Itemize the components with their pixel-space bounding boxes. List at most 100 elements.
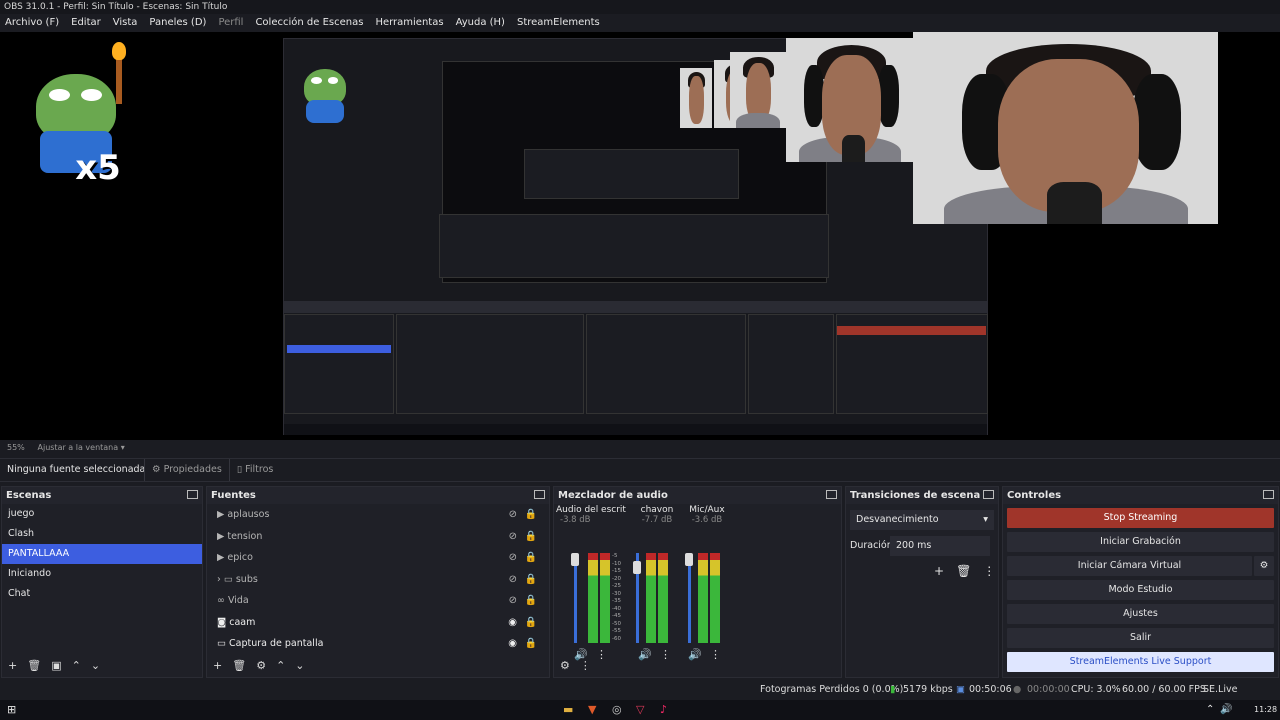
eye-icon[interactable]: ◉ (508, 633, 517, 655)
preview-canvas[interactable]: x5 (0, 32, 1280, 440)
menu-ayuda[interactable]: Ayuda (H) (456, 14, 505, 32)
menu-perfil[interactable]: Perfil (218, 14, 243, 32)
lock-icon[interactable]: 🔒 (525, 612, 537, 634)
menu-streamelements[interactable]: StreamElements (517, 14, 600, 32)
menu-coleccion[interactable]: Colección de Escenas (255, 14, 363, 32)
brave-icon[interactable]: ▼ (588, 700, 596, 720)
chevron-down-icon[interactable]: ⌄ (295, 660, 304, 672)
app-icon[interactable]: ▽ (636, 700, 644, 720)
source-group[interactable]: › ▭ subs ⊘ 🔒 (207, 569, 549, 591)
start-recording-button[interactable]: Iniciar Grabación (1007, 532, 1274, 552)
scene-item[interactable]: Chat (2, 584, 202, 604)
tiktok-icon[interactable]: ♪ (660, 700, 667, 720)
x5-badge: x5 (75, 148, 121, 189)
obs-icon[interactable]: ◎ (612, 700, 622, 720)
eye-hidden-icon[interactable]: ⊘ (509, 504, 517, 526)
source-item[interactable]: ▶ aplausos ⊘ 🔒 (207, 504, 549, 526)
fader-knob[interactable] (571, 553, 579, 566)
lock-icon[interactable]: 🔒 (525, 526, 537, 548)
chevron-up-icon[interactable]: ⌃ (276, 660, 285, 672)
lock-icon[interactable]: 🔒 (525, 569, 537, 591)
stop-streaming-button[interactable]: Stop Streaming (1007, 508, 1274, 528)
menu-editar[interactable]: Editar (71, 14, 101, 32)
lock-icon[interactable]: 🔒 (525, 633, 537, 655)
chevron-down-icon[interactable]: ⌄ (91, 660, 100, 672)
source-item[interactable]: ∞ Vida ⊘ 🔒 (207, 590, 549, 612)
eye-hidden-icon[interactable]: ⊘ (509, 569, 517, 591)
transition-select[interactable]: Desvanecimiento ▾ (850, 510, 994, 530)
source-item[interactable]: ▶ epico ⊘ 🔒 (207, 547, 549, 569)
popout-icon[interactable] (187, 490, 198, 499)
folder-icon[interactable]: ▬ (563, 700, 573, 720)
eye-icon[interactable]: ◉ (508, 612, 517, 634)
kebab-icon[interactable]: ⋮ (580, 660, 591, 672)
volume-fader[interactable] (574, 553, 577, 643)
fader-knob[interactable] (685, 553, 693, 566)
exit-button[interactable]: Salir (1007, 628, 1274, 648)
scene-item[interactable]: juego (2, 504, 202, 524)
source-item[interactable]: ◙ caam ◉ 🔒 (207, 612, 549, 634)
source-item[interactable]: ▭ Captura de pantalla ◉ 🔒 (207, 633, 549, 655)
source-label: Captura de pantalla (229, 638, 324, 649)
scene-item-selected[interactable]: PANTALLAAA (2, 544, 202, 564)
lock-icon[interactable]: 🔒 (525, 504, 537, 526)
bitrate: 5179 kbps (903, 684, 953, 695)
virtual-cam-button[interactable]: Iniciar Cámara Virtual (1007, 556, 1252, 576)
source-item[interactable]: ▶ tension ⊘ 🔒 (207, 526, 549, 548)
speaker-icon[interactable]: 🔊 (1220, 700, 1232, 720)
volume-fader[interactable] (688, 553, 691, 643)
popout-icon[interactable] (534, 490, 545, 499)
add-icon[interactable]: + (213, 660, 222, 672)
trash-icon[interactable]: 🗑 (232, 660, 246, 672)
support-button[interactable]: StreamElements Live Support (1007, 652, 1274, 672)
kebab-icon[interactable]: ⋮ (983, 564, 995, 578)
menu-archivo[interactable]: Archivo (F) (5, 14, 59, 32)
filters-button[interactable]: ▯ Filtros (228, 459, 281, 481)
play-icon: ▶ (217, 530, 225, 542)
duration-input[interactable]: 200 ms (890, 536, 990, 556)
add-icon[interactable]: + (934, 564, 944, 578)
zoom-fit-dropdown[interactable]: Ajustar a la ventana (38, 443, 119, 452)
chevron-up-icon[interactable]: ⌃ (1206, 700, 1214, 720)
popout-icon[interactable] (826, 490, 837, 499)
sources-title: Fuentes (211, 490, 256, 501)
add-icon[interactable]: + (8, 660, 17, 672)
channel-name: chavon (640, 505, 674, 515)
windows-icon[interactable]: ⊞ (7, 700, 16, 720)
transition-value: Desvanecimiento (856, 514, 939, 525)
sources-dock: Fuentes ▶ aplausos ⊘ 🔒 ▶ tension ⊘ 🔒 ▶ epico… (206, 486, 550, 678)
eye-hidden-icon[interactable]: ⊘ (509, 590, 517, 612)
menu-vista[interactable]: Vista (113, 14, 138, 32)
eye-hidden-icon[interactable]: ⊘ (509, 526, 517, 548)
no-source-label: Ninguna fuente seleccionada (7, 464, 144, 475)
eye-hidden-icon[interactable]: ⊘ (509, 547, 517, 569)
lock-icon[interactable]: 🔒 (525, 547, 537, 569)
fader-knob[interactable] (633, 561, 641, 574)
mixer-channel: chavon -7.7 dB 🔊 ⋮ (630, 505, 684, 661)
properties-button[interactable]: ⚙ Propiedades (144, 459, 229, 481)
audio-meter (600, 553, 610, 643)
filter-icon[interactable]: ▣ (51, 660, 61, 672)
studio-mode-button[interactable]: Modo Estudio (1007, 580, 1274, 600)
expand-icon[interactable]: › (217, 574, 221, 585)
scene-item[interactable]: Iniciando (2, 564, 202, 584)
lock-icon[interactable]: 🔒 (525, 590, 537, 612)
scene-item[interactable]: Clash (2, 524, 202, 544)
menu-herramientas[interactable]: Herramientas (375, 14, 443, 32)
gear-icon[interactable]: ⚙ (1254, 556, 1274, 576)
trash-icon[interactable]: 🗑 (956, 564, 971, 578)
link-icon[interactable]: ⚙ (560, 660, 570, 672)
menu-paneles[interactable]: Paneles (D) (149, 14, 206, 32)
popout-icon[interactable] (983, 490, 994, 499)
record-time: 00:00:00 (1027, 684, 1070, 695)
chevron-down-icon[interactable]: ▾ (121, 443, 125, 452)
chevron-down-icon: ▾ (983, 514, 988, 525)
properties-label: Propiedades (163, 464, 222, 475)
gear-icon[interactable]: ⚙ (256, 660, 266, 672)
trash-icon[interactable]: 🗑 (27, 660, 41, 672)
source-label: epico (227, 552, 253, 563)
audio-meter (588, 553, 598, 643)
chevron-up-icon[interactable]: ⌃ (72, 660, 81, 672)
settings-button[interactable]: Ajustes (1007, 604, 1274, 624)
popout-icon[interactable] (1263, 490, 1274, 499)
